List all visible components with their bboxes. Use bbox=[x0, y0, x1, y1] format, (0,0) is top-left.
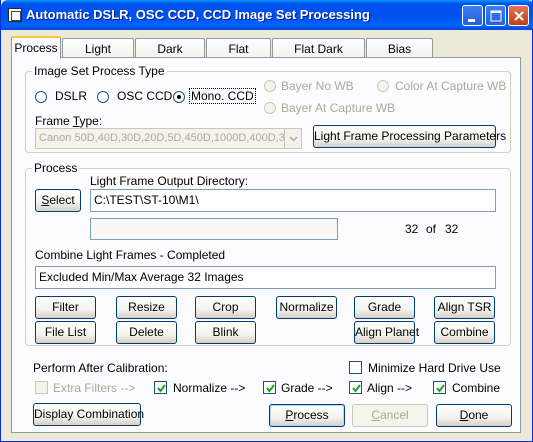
file-list-button[interactable]: File List bbox=[35, 321, 96, 344]
normalize-button[interactable]: Normalize bbox=[276, 296, 337, 319]
combine-button[interactable]: Combine bbox=[434, 321, 495, 344]
tab-flat-frames[interactable]: Flat Frames bbox=[206, 38, 271, 70]
radio-osc-ccd[interactable] bbox=[97, 91, 109, 103]
filter-button[interactable]: Filter bbox=[35, 296, 96, 319]
minimize-button[interactable] bbox=[462, 5, 483, 26]
blink-button[interactable]: Blink bbox=[195, 321, 256, 344]
chevron-down-icon bbox=[289, 136, 298, 142]
process-legend: Process bbox=[32, 161, 80, 175]
image-set-process-type-group: Image Set Process Type DSLR OSC CCD Mono… bbox=[25, 64, 511, 153]
title-bar[interactable]: Automatic DSLR, OSC CCD, CCD Image Set P… bbox=[1, 0, 533, 30]
output-directory-field[interactable]: C:\TEST\ST-10\M1\ bbox=[90, 189, 496, 212]
image-set-legend: Image Set Process Type bbox=[32, 64, 167, 78]
grade-button[interactable]: Grade bbox=[354, 296, 415, 319]
progress-bar bbox=[90, 218, 338, 240]
status-field: Excluded Min/Max Average 32 Images bbox=[35, 266, 496, 289]
check-icon bbox=[266, 384, 275, 393]
close-button[interactable] bbox=[508, 5, 529, 26]
radio-mono-ccd[interactable] bbox=[173, 91, 185, 103]
radio-bayer-at-capture-wb-label: Bayer At Capture WB bbox=[281, 101, 396, 115]
close-icon bbox=[514, 11, 524, 21]
app-icon bbox=[8, 8, 22, 22]
maximize-icon bbox=[490, 10, 502, 22]
frame-type-combobox[interactable]: Canon 50D,40D,30D,20D,5D,450D,1000D,400D… bbox=[35, 128, 302, 149]
combine-checkbox-label: Combine bbox=[452, 381, 501, 395]
status-label: Combine Light Frames - Completed bbox=[35, 248, 226, 262]
output-directory-label: Light Frame Output Directory: bbox=[90, 174, 249, 188]
align-planet-button[interactable]: Align Planet bbox=[354, 321, 419, 344]
radio-mono-ccd-label: Mono. CCD bbox=[189, 88, 256, 104]
display-combination-button[interactable]: Display Combination bbox=[33, 403, 144, 426]
perform-after-calibration-label: Perform After Calibration: bbox=[33, 361, 168, 375]
radio-color-at-capture-wb[interactable] bbox=[377, 80, 389, 92]
minimize-hard-drive-checkbox[interactable] bbox=[349, 361, 362, 374]
combine-checkbox[interactable] bbox=[433, 381, 446, 394]
grade-checkbox[interactable] bbox=[263, 381, 276, 394]
crop-button[interactable]: Crop bbox=[195, 296, 256, 319]
tab-dark-frames[interactable]: Dark Frames bbox=[135, 38, 205, 70]
select-directory-button[interactable]: Select bbox=[35, 189, 81, 212]
window-title: Automatic DSLR, OSC CCD, CCD Image Set P… bbox=[26, 7, 370, 22]
dialog-window: Automatic DSLR, OSC CCD, CCD Image Set P… bbox=[0, 0, 533, 442]
check-icon bbox=[352, 384, 361, 393]
check-icon bbox=[157, 384, 166, 393]
light-frame-processing-parameters-button[interactable]: Light Frame Processing Parameters bbox=[313, 125, 506, 148]
radio-selected-dot bbox=[177, 95, 181, 99]
tab-flat-dark-frames[interactable]: Flat Dark Frames bbox=[272, 38, 365, 70]
cancel-button[interactable]: Cancel bbox=[352, 404, 428, 427]
progress-count-total: 32 bbox=[445, 222, 459, 236]
tab-process[interactable]: Process bbox=[11, 36, 61, 59]
align-checkbox-label: Align --> bbox=[367, 381, 413, 395]
progress-count-of: of bbox=[426, 222, 437, 236]
progress-count-current: 32 bbox=[405, 222, 419, 236]
resize-button[interactable]: Resize bbox=[116, 296, 177, 319]
minimize-hard-drive-label: Minimize Hard Drive Use bbox=[368, 361, 501, 375]
tab-bias-frames[interactable]: Bias Frames bbox=[366, 38, 433, 70]
minimize-icon bbox=[468, 19, 475, 22]
align-checkbox[interactable] bbox=[349, 381, 362, 394]
tab-panel-process: Image Set Process Type DSLR OSC CCD Mono… bbox=[11, 57, 521, 433]
radio-color-at-capture-wb-label: Color At Capture WB bbox=[395, 79, 507, 93]
extra-filters-checkbox[interactable] bbox=[35, 381, 48, 394]
radio-bayer-no-wb[interactable] bbox=[264, 80, 276, 92]
normalize-checkbox-label: Normalize --> bbox=[173, 381, 246, 395]
radio-osc-ccd-label: OSC CCD bbox=[117, 89, 173, 103]
process-group: Process Select Light Frame Output Direct… bbox=[25, 161, 511, 346]
done-button[interactable]: Done bbox=[436, 404, 512, 427]
check-icon bbox=[436, 384, 445, 393]
radio-dslr-label: DSLR bbox=[55, 89, 88, 103]
extra-filters-label: Extra Filters --> bbox=[53, 381, 136, 395]
delete-button[interactable]: Delete bbox=[116, 321, 177, 344]
frame-type-value: Canon 50D,40D,30D,20D,5D,450D,1000D,400D… bbox=[39, 132, 291, 144]
combo-dropdown-button[interactable] bbox=[284, 129, 301, 148]
align-tsr-button[interactable]: Align TSR bbox=[434, 296, 495, 319]
frame-type-label: Frame Type: bbox=[35, 114, 103, 128]
radio-dslr[interactable] bbox=[35, 91, 47, 103]
radio-bayer-at-capture-wb[interactable] bbox=[264, 102, 276, 114]
process-button[interactable]: Process bbox=[269, 404, 345, 427]
normalize-checkbox[interactable] bbox=[154, 381, 167, 394]
grade-checkbox-label: Grade --> bbox=[281, 381, 333, 395]
tab-light-frames[interactable]: Light Frames bbox=[62, 38, 134, 70]
radio-bayer-no-wb-label: Bayer No WB bbox=[281, 79, 354, 93]
maximize-button[interactable] bbox=[485, 5, 506, 26]
